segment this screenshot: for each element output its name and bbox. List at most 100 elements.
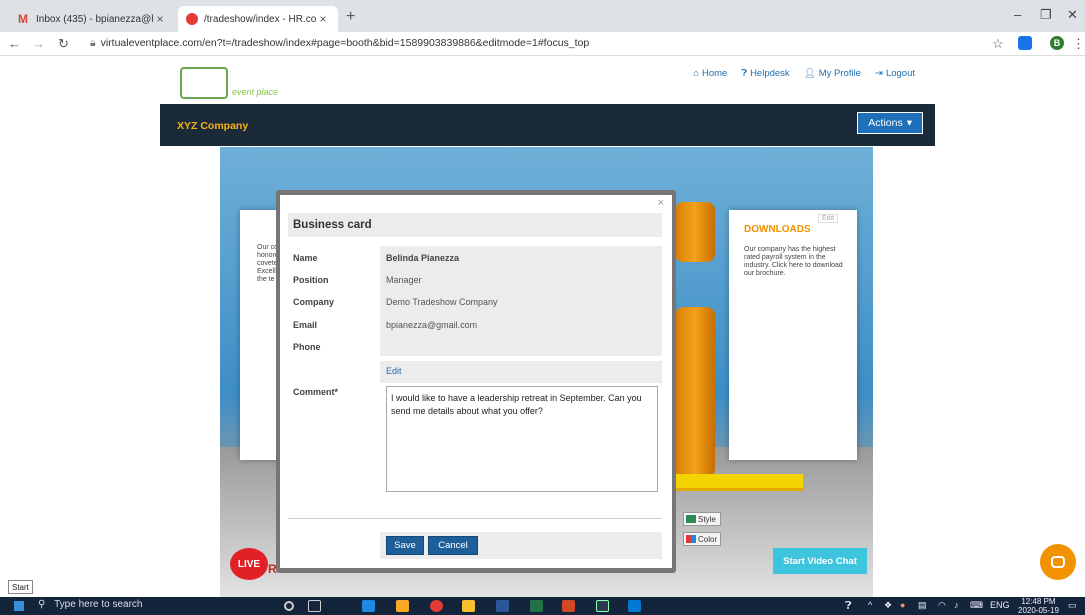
back-icon[interactable]: ← — [8, 36, 21, 51]
color-button[interactable]: Color — [683, 532, 721, 546]
new-tab-icon[interactable]: + — [346, 8, 355, 26]
hr-favicon-icon — [186, 13, 198, 25]
chevron-down-icon: ▾ — [906, 117, 912, 129]
forward-icon[interactable]: → — [32, 36, 45, 51]
logo-text: event place — [232, 87, 279, 97]
save-button[interactable]: Save — [386, 536, 424, 555]
minimize-icon[interactable]: – — [1014, 7, 1021, 22]
email-label: Email — [293, 320, 318, 330]
company-bar: XYZ Company Actions ▾ — [160, 104, 935, 146]
taskbar-clock[interactable]: 12:48 PM 2020-05-19 — [1018, 597, 1059, 615]
notifications-icon[interactable]: ▭ — [1068, 600, 1077, 611]
lock-icon: 🔒︎ — [90, 37, 96, 49]
excel-icon[interactable] — [530, 600, 543, 612]
close-icon[interactable]: × — [153, 12, 167, 26]
tab-title: Inbox (435) - bpianezza@hr.com — [36, 13, 153, 25]
edit-link[interactable]: Edit — [386, 366, 402, 376]
home-icon: ⌂ — [693, 68, 699, 79]
store-icon[interactable] — [462, 600, 475, 612]
email-value: bpianezza@gmail.com — [386, 320, 478, 330]
search-icon: ⚲ — [38, 599, 46, 610]
menu-kebab-icon[interactable]: ⋮ — [1072, 36, 1085, 52]
windows-start-icon[interactable] — [14, 601, 24, 611]
keyboard-icon[interactable]: ⌨ — [970, 600, 983, 611]
tray-chevron-icon[interactable]: ^ — [868, 600, 872, 610]
tab-title: /tradeshow/index - HR.com — [204, 13, 316, 25]
nav-home[interactable]: ⌂ Home — [693, 68, 727, 79]
taskbar-search[interactable]: ⚲ Type here to search — [38, 599, 143, 610]
actions-dropdown-button[interactable]: Actions ▾ — [857, 112, 923, 134]
language-indicator[interactable]: ENG — [990, 600, 1010, 610]
position-value: Manager — [386, 275, 422, 285]
help-icon: ❓︎ — [741, 68, 748, 79]
chrome-icon[interactable] — [430, 600, 443, 612]
actions-label: Actions — [868, 117, 903, 129]
gmail-icon: M — [18, 12, 28, 26]
wifi-icon[interactable]: ◠ — [938, 600, 946, 611]
nav-profile-label: My Profile — [818, 68, 861, 79]
edit-box — [380, 361, 662, 383]
logout-icon: ⇥ — [874, 68, 883, 79]
chat-icon[interactable] — [1040, 544, 1076, 580]
address-bar: ← → ↻ 🔒︎ virtualeventplace.com/en?t=/trad… — [0, 32, 1085, 56]
windows-taskbar: ⚲ Type here to search ❓︎ ^ ❖ ● ▤ ◠ ♪ ⌨ E… — [0, 597, 1085, 615]
reload-icon[interactable]: ↻ — [58, 36, 69, 52]
edge-icon[interactable] — [362, 600, 375, 612]
company-label: Company — [293, 297, 335, 307]
task-view-icon[interactable] — [308, 600, 321, 612]
comment-textarea[interactable]: I would like to have a leadership retrea… — [386, 386, 658, 492]
clock-time: 12:48 PM — [1021, 597, 1056, 606]
position-label: Position — [293, 275, 329, 285]
company-name: XYZ Company — [177, 120, 249, 132]
edit-tag[interactable]: Edit — [818, 214, 839, 223]
dropbox-icon[interactable]: ❖ — [884, 600, 892, 611]
file-explorer-icon[interactable] — [396, 600, 409, 612]
network-icon[interactable]: ▤ — [918, 600, 927, 611]
live-room-icon[interactable]: LIVE — [230, 548, 268, 580]
restore-icon[interactable]: ❐ — [1040, 7, 1052, 23]
window-close-icon[interactable]: ✕ — [1067, 7, 1078, 23]
color-palette-icon — [686, 535, 696, 543]
business-card-modal: × Business card Name Belinda Pianezza Po… — [280, 195, 672, 568]
company-value: Demo Tradeshow Company — [386, 297, 498, 307]
downloads-text: Our company has the highest rated payrol… — [744, 246, 843, 278]
comment-label: Comment* — [293, 387, 339, 397]
help-circle-icon[interactable]: ❓︎ — [845, 600, 852, 613]
color-label: Color — [698, 534, 718, 544]
bookmark-star-icon[interactable]: ☆ — [992, 36, 1004, 52]
cancel-button[interactable]: Cancel — [428, 536, 478, 555]
close-icon[interactable]: × — [658, 197, 664, 209]
nav-logout[interactable]: ⇥ Logout — [875, 68, 915, 79]
downloads-title: DOWNLOADS — [744, 224, 811, 235]
url-text: virtualeventplace.com/en?t=/tradeshow/in… — [100, 37, 590, 49]
url-field[interactable]: 🔒︎ virtualeventplace.com/en?t=/tradeshow/… — [90, 37, 589, 50]
profile-avatar[interactable]: B — [1050, 36, 1064, 50]
user-icon: 👤︎ — [803, 68, 816, 79]
clock-date: 2020-05-19 — [1018, 606, 1059, 615]
tab-gmail-inbox[interactable]: M Inbox (435) - bpianezza@hr.com × — [10, 6, 175, 32]
business-card-title: Business card — [288, 213, 662, 237]
top-nav: ⌂ Home ❓︎ Helpdesk 👤︎ My Profile ⇥ Logout — [693, 68, 915, 79]
style-button[interactable]: Style — [683, 512, 721, 526]
browser-tab-strip: M Inbox (435) - bpianezza@hr.com × /trad… — [0, 0, 1085, 32]
word-icon[interactable] — [496, 600, 509, 612]
mail-icon[interactable] — [628, 600, 641, 612]
cortana-icon[interactable] — [284, 601, 294, 611]
nav-my-profile[interactable]: 👤︎ My Profile — [804, 68, 861, 79]
nav-helpdesk[interactable]: ❓︎ Helpdesk — [741, 68, 789, 79]
site-header: event place ⌂ Home ❓︎ Helpdesk 👤︎ My Profil… — [160, 57, 935, 104]
powerpoint-icon[interactable] — [562, 600, 575, 612]
start-video-chat-button[interactable]: Start Video Chat — [773, 548, 867, 574]
orange-cylinder-top — [675, 202, 715, 262]
name-label: Name — [293, 253, 318, 263]
lightroom-icon[interactable] — [596, 600, 609, 612]
tab-tradeshow[interactable]: /tradeshow/index - HR.com × — [178, 6, 338, 32]
search-placeholder: Type here to search — [54, 599, 143, 610]
extension-icon[interactable] — [1018, 36, 1032, 50]
start-tooltip: Start — [8, 580, 33, 594]
style-label: Style — [698, 514, 716, 524]
event-place-logo[interactable] — [180, 67, 228, 99]
volume-icon[interactable]: ♪ — [954, 600, 959, 610]
tray-app-icon[interactable]: ● — [900, 600, 905, 610]
close-icon[interactable]: × — [316, 12, 330, 26]
